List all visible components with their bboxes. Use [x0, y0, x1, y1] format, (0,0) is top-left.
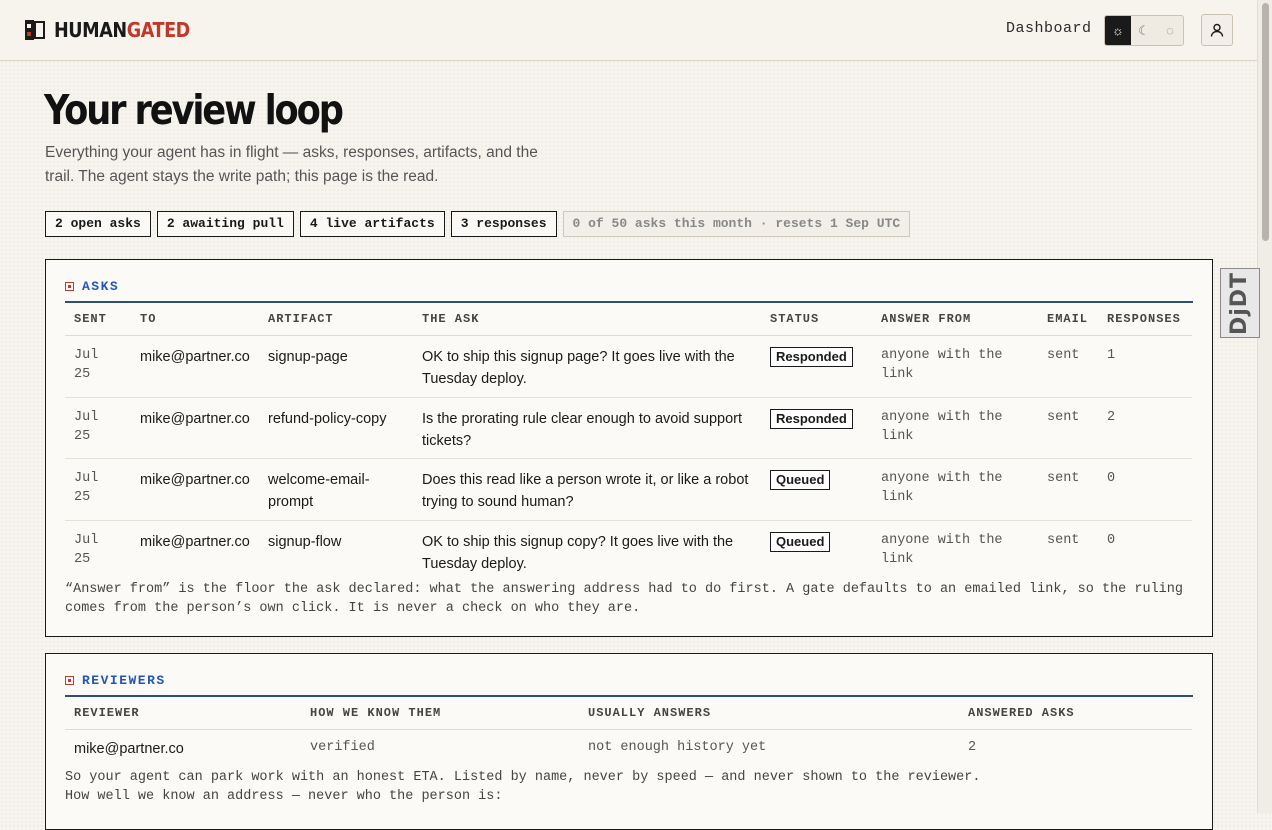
col-to: TO: [131, 303, 259, 336]
light-theme-icon[interactable]: ☼: [1105, 16, 1131, 45]
system-theme-icon[interactable]: ◌: [1157, 16, 1183, 45]
col-artifact: ARTIFACT: [259, 303, 413, 336]
chip-awaiting-pull: 2 awaiting pull: [156, 211, 294, 237]
cell-answered: 2: [968, 740, 977, 755]
col-answered-asks: ANSWERED ASKS: [959, 697, 1192, 730]
reviewers-table: REVIEWER HOW WE KNOW THEM USUALLY ANSWER…: [65, 697, 1192, 766]
user-menu-button[interactable]: [1201, 14, 1233, 46]
cell-artifact[interactable]: refund-policy-copy: [259, 397, 413, 459]
col-status: STATUS: [761, 303, 872, 336]
dashboard-link[interactable]: Dashboard: [1006, 20, 1092, 37]
cell-email: sent: [1038, 335, 1098, 398]
col-sent: SENT: [65, 303, 131, 336]
table-row[interactable]: Jul 25 mike@partner.co welcome-email-pro…: [65, 458, 1192, 521]
page-title: Your review loop: [44, 86, 344, 134]
col-reviewer: REVIEWER: [65, 697, 301, 730]
cell-answer-from: anyone with the link: [872, 397, 1038, 459]
cell-to: mike@partner.co: [131, 458, 259, 521]
cell-sent: Jul 25: [65, 335, 131, 398]
cell-responses: 0: [1098, 458, 1192, 521]
reviewers-panel: REVIEWERS REVIEWER HOW WE KNOW THEM USUA…: [45, 653, 1213, 830]
top-bar: HUMANGATED Dashboard ☼ ☾ ◌: [0, 0, 1257, 61]
section-marker-icon: [65, 282, 74, 291]
cell-answer-from: anyone with the link: [872, 458, 1038, 521]
asks-table: SENT TO ARTIFACT THE ASK STATUS ANSWER F…: [65, 303, 1192, 576]
asks-title: ASKS: [82, 279, 120, 294]
logo-mark-icon: [24, 18, 46, 42]
cell-answer-from: anyone with the link: [872, 335, 1038, 398]
brand-logo[interactable]: HUMANGATED: [24, 18, 208, 42]
cell-sent: Jul 25: [65, 458, 131, 521]
cell-answer-from: anyone with the link: [881, 533, 1003, 567]
cell-email: sent: [1038, 458, 1098, 521]
status-badge: Responded: [770, 347, 853, 367]
cell-status: Responded: [761, 335, 872, 398]
debug-toolbar-icon: DjDT: [1227, 271, 1253, 335]
status-badge: Responded: [770, 409, 853, 429]
status-badge: Queued: [770, 532, 831, 552]
cell-responses: 0: [1107, 533, 1116, 548]
scrollbar-thumb[interactable]: [1262, 3, 1269, 241]
reviewers-header-row: REVIEWER HOW WE KNOW THEM USUALLY ANSWER…: [65, 697, 1192, 730]
cell-ask: Is the prorating rule clear enough to av…: [413, 397, 761, 459]
table-row[interactable]: Jul 25 mike@partner.co signup-flow OK to…: [65, 521, 1192, 576]
reviewers-panel-title: REVIEWERS: [65, 673, 166, 688]
scrollbar[interactable]: [1257, 0, 1272, 813]
col-how-we-know: HOW WE KNOW THEM: [301, 697, 579, 730]
table-row[interactable]: Jul 25 mike@partner.co signup-page OK to…: [65, 335, 1192, 398]
cell-artifact[interactable]: welcome-email-prompt: [259, 458, 413, 521]
cell-email: sent: [1038, 397, 1098, 459]
col-email: EMAIL: [1038, 303, 1098, 336]
asks-panel-title: ASKS: [65, 279, 119, 294]
cell-artifact[interactable]: signup-page: [259, 335, 413, 398]
asks-panel: ASKS SENT TO ARTIFACT THE ASK STATUS ANS…: [45, 259, 1213, 637]
page-lede: Everything your agent has in flight — as…: [45, 144, 538, 185]
summary-chips: 2 open asks 2 awaiting pull 4 live artif…: [45, 211, 911, 237]
reviewers-note-2: How well we know an address — never who …: [65, 789, 503, 804]
status-badge: Queued: [770, 470, 831, 490]
quota-chip: 0 of 50 asks this month · resets 1 Sep U…: [562, 211, 911, 237]
section-marker-icon: [65, 676, 74, 685]
reviewers-note: So your agent can park work with an hone…: [65, 770, 981, 785]
col-ask: THE ASK: [413, 303, 761, 336]
reviewers-title: REVIEWERS: [82, 673, 166, 688]
asks-header-row: SENT TO ARTIFACT THE ASK STATUS ANSWER F…: [65, 303, 1192, 336]
cell-status: Queued: [761, 521, 872, 576]
cell-sent: Jul 25: [74, 533, 99, 567]
brand-part2: GATED: [126, 18, 191, 42]
chip-open-asks: 2 open asks: [45, 211, 151, 237]
cell-status: Queued: [761, 458, 872, 521]
cell-reviewer: mike@partner.co: [74, 741, 184, 757]
chip-live-artifacts: 4 live artifacts: [299, 211, 445, 237]
table-row[interactable]: mike@partner.co verified not enough hist…: [65, 730, 1192, 766]
table-row[interactable]: Jul 25 mike@partner.co refund-policy-cop…: [65, 397, 1192, 459]
cell-ask: OK to ship this signup page? It goes liv…: [413, 335, 761, 398]
cell-ask: OK to ship this signup copy? It goes liv…: [422, 534, 734, 572]
cell-to: mike@partner.co: [131, 335, 259, 398]
brand-name: HUMANGATED: [54, 18, 190, 42]
cell-to: mike@partner.co: [131, 397, 259, 459]
cell-how: verified: [310, 740, 375, 755]
col-answer-from: ANSWER FROM: [872, 303, 1038, 336]
user-icon: [1210, 23, 1224, 37]
chip-responses: 3 responses: [450, 211, 557, 237]
col-usually-answers: USUALLY ANSWERS: [579, 697, 959, 730]
cell-usually: not enough history yet: [588, 740, 767, 755]
cell-artifact[interactable]: signup-flow: [259, 521, 413, 576]
cell-status: Responded: [761, 397, 872, 459]
cell-sent: Jul 25: [65, 397, 131, 459]
brand-part1: HUMAN: [54, 18, 127, 42]
debug-toolbar-tab[interactable]: DjDT: [1220, 268, 1260, 338]
cell-responses: 1: [1098, 335, 1192, 398]
cell-responses: 2: [1098, 397, 1192, 459]
cell-email: sent: [1047, 533, 1080, 548]
cell-to: mike@partner.co: [140, 534, 250, 550]
dark-theme-icon[interactable]: ☾: [1131, 16, 1157, 45]
theme-switcher[interactable]: ☼ ☾ ◌: [1104, 15, 1184, 46]
cell-ask: Does this read like a person wrote it, o…: [413, 458, 761, 521]
asks-footnote: “Answer from” is the floor the ask decla…: [65, 582, 1183, 616]
col-responses: RESPONSES: [1098, 303, 1192, 336]
